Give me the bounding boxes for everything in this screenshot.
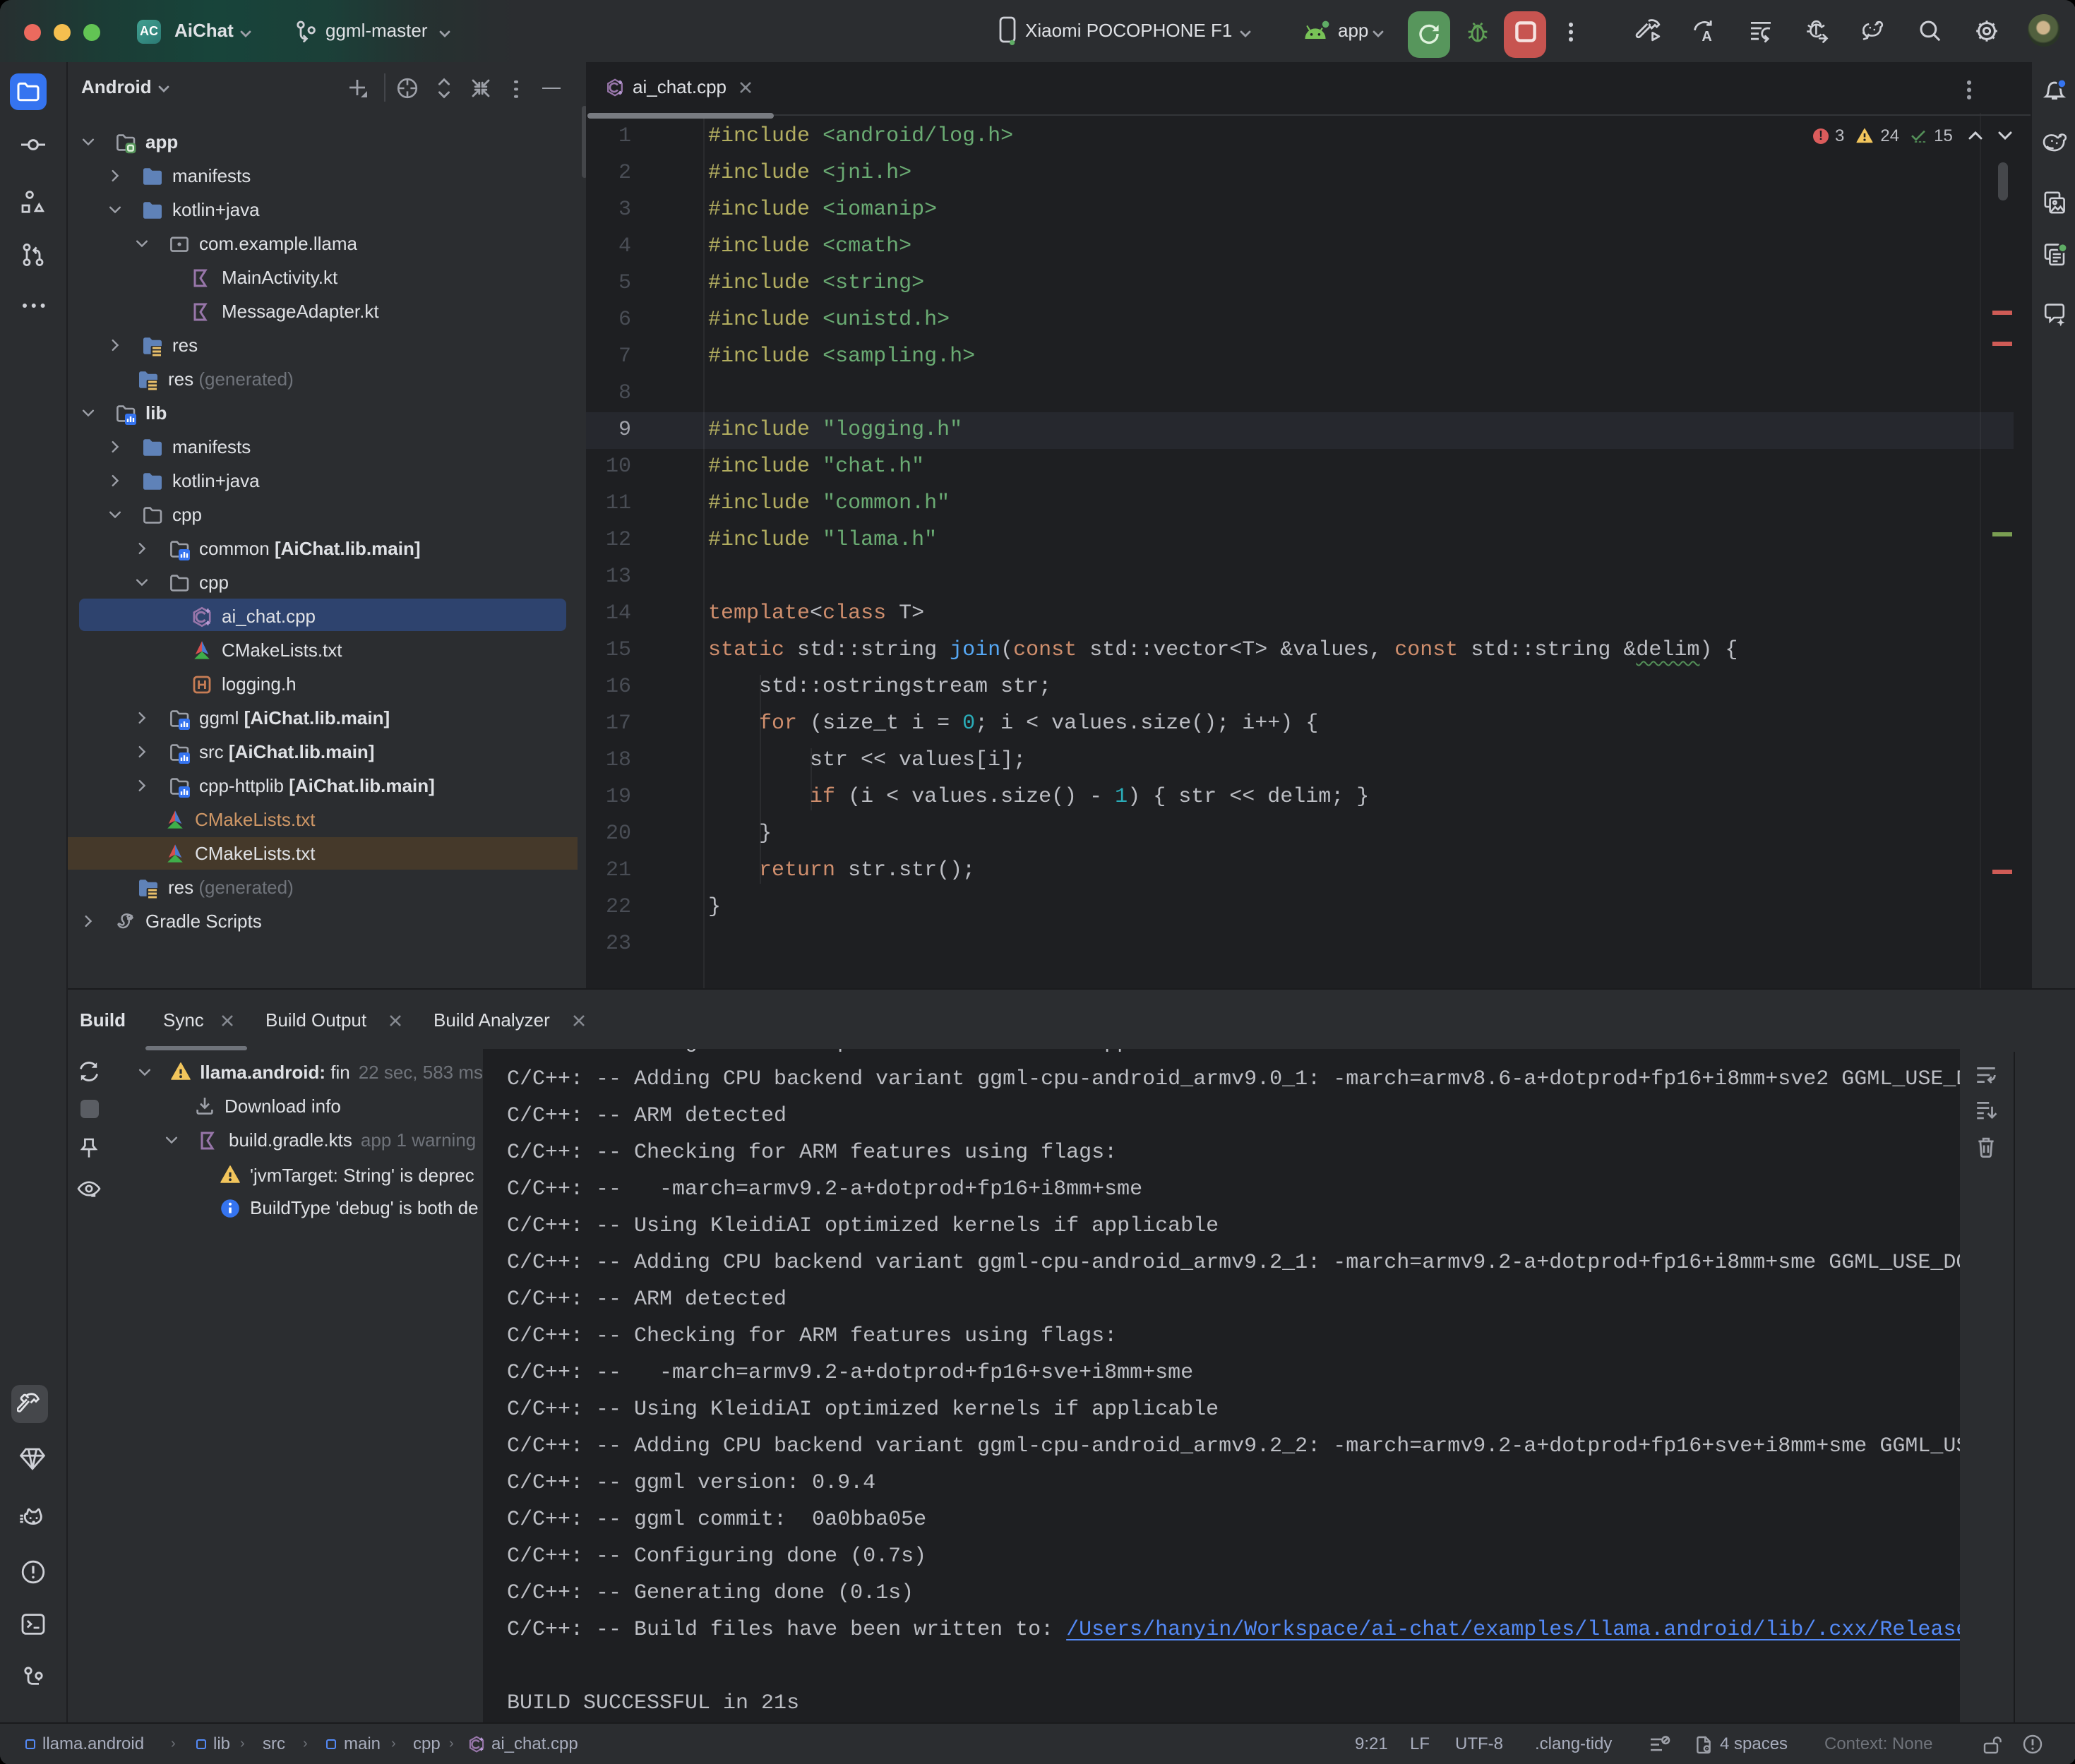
svg-text:A: A bbox=[1702, 29, 1711, 44]
